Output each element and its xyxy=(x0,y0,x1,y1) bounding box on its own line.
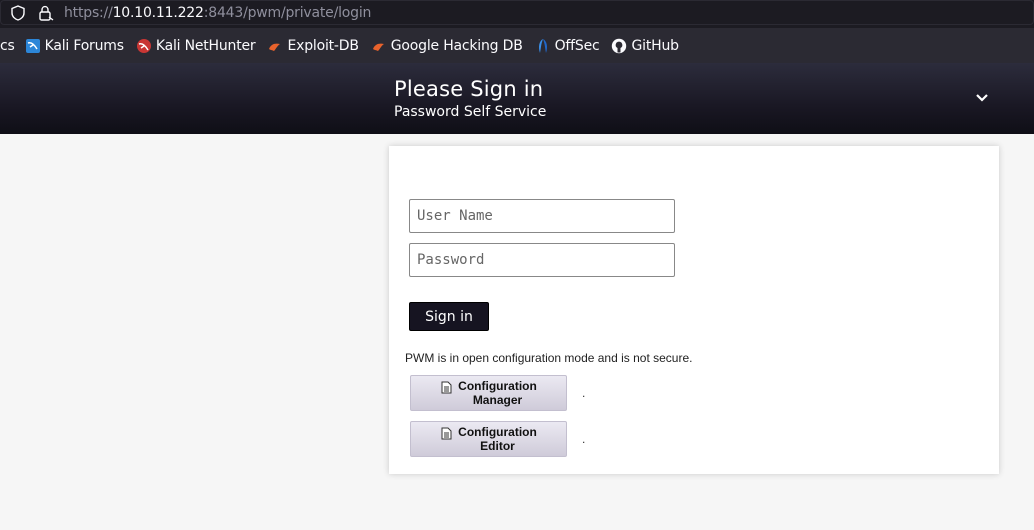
label-line: Configuration xyxy=(458,379,537,393)
exploit-db-icon xyxy=(267,38,283,54)
bookmark-label: Kali Forums xyxy=(44,37,124,54)
login-panel: Sign in PWM is in open configuration mod… xyxy=(389,146,999,474)
url-text[interactable]: https://10.10.11.222:8443/pwm/private/lo… xyxy=(64,5,371,21)
sign-in-button[interactable]: Sign in xyxy=(409,302,489,331)
label-line: Configuration xyxy=(458,425,537,439)
kali-forums-icon xyxy=(25,38,41,54)
document-icon xyxy=(440,427,452,440)
bookmark-label: Kali NetHunter xyxy=(155,37,256,54)
bookmark-label: OffSec xyxy=(554,37,600,54)
separator-dot: . xyxy=(582,386,586,400)
configuration-editor-button[interactable]: Configuration Editor xyxy=(410,421,567,457)
chevron-down-icon[interactable] xyxy=(973,89,991,107)
configuration-manager-label: Configuration Manager xyxy=(458,379,537,407)
github-icon xyxy=(611,38,627,54)
ghdb-icon xyxy=(371,38,387,54)
configuration-manager-button[interactable]: Configuration Manager xyxy=(410,375,567,411)
bookmark-google-hacking-db[interactable]: Google Hacking DB xyxy=(371,38,523,54)
bookmark-label: cs xyxy=(0,37,15,54)
document-icon xyxy=(440,381,452,394)
label-line: Editor xyxy=(480,439,515,453)
label-line: Manager xyxy=(472,393,523,407)
config-mode-notice: PWM is in open configuration mode and is… xyxy=(405,351,693,365)
bookmark-label: Exploit-DB xyxy=(287,37,359,54)
page-subtitle: Password Self Service xyxy=(394,104,547,120)
browser-url-bar: https://10.10.11.222:8443/pwm/private/lo… xyxy=(0,0,1034,27)
separator-dot: . xyxy=(582,432,586,446)
page-title: Please Sign in xyxy=(394,77,544,101)
bookmark-kali-nethunter[interactable]: Kali NetHunter xyxy=(136,38,256,54)
bookmarks-toolbar: cs Kali Forums Kali NetHunter Exploit-DB… xyxy=(0,27,1034,63)
url-prefix: https:// xyxy=(64,4,113,21)
bookmark-kali-forums[interactable]: Kali Forums xyxy=(25,38,124,54)
lock-icon[interactable] xyxy=(38,5,54,21)
page-header: Please Sign in Password Self Service xyxy=(0,63,1034,134)
offsec-icon xyxy=(535,38,551,54)
bookmark-offsec[interactable]: OffSec xyxy=(535,38,600,54)
address-field[interactable]: https://10.10.11.222:8443/pwm/private/lo… xyxy=(0,0,1034,25)
shield-icon[interactable] xyxy=(10,4,26,21)
url-suffix: :8443/pwm/private/login xyxy=(203,4,372,21)
bookmark-docs[interactable]: cs xyxy=(0,38,15,54)
configuration-editor-label: Configuration Editor xyxy=(458,425,537,453)
password-input[interactable] xyxy=(409,243,675,277)
bookmark-github[interactable]: GitHub xyxy=(611,37,679,54)
bookmark-label: GitHub xyxy=(631,37,679,54)
url-host: 10.10.11.222 xyxy=(112,4,204,21)
bookmark-label: Google Hacking DB xyxy=(390,37,523,54)
kali-nethunter-icon xyxy=(136,38,152,54)
bookmark-exploit-db[interactable]: Exploit-DB xyxy=(267,37,359,54)
username-input[interactable] xyxy=(409,199,675,233)
